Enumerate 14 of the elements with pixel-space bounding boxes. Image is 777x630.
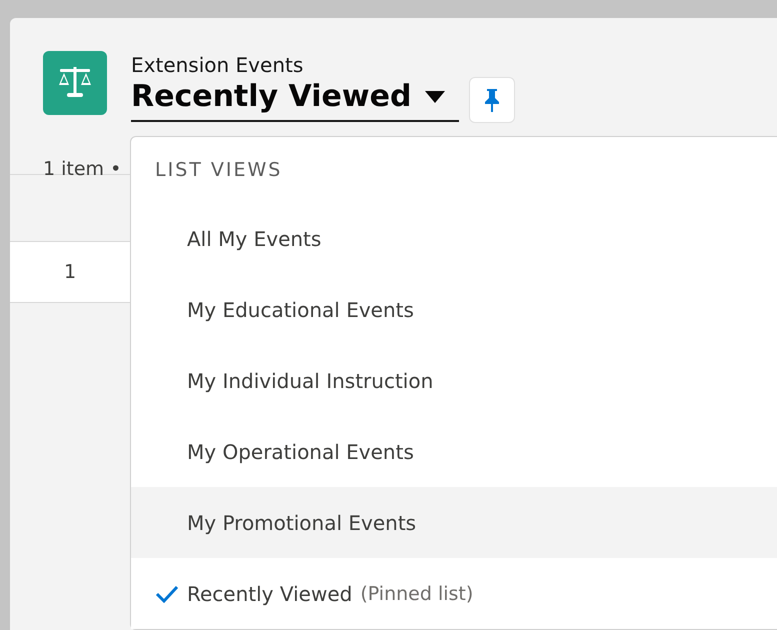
list-view-option[interactable]: All My Events [187, 222, 322, 254]
row-number: 1 [10, 242, 130, 303]
object-label: Extension Events [131, 53, 304, 77]
scales-icon [43, 51, 107, 115]
item-count: 1 item • [43, 158, 122, 180]
list-view-option[interactable]: My Promotional Events [187, 506, 416, 538]
pin-button[interactable] [469, 77, 516, 123]
list-view-selector[interactable]: Recently Viewed [131, 78, 460, 122]
pin-icon [484, 88, 500, 112]
list-view-option[interactable]: My Educational Events [187, 294, 414, 326]
list-view-option[interactable]: My Individual Instruction [187, 364, 434, 396]
list-view-option[interactable]: My Operational Events [187, 436, 414, 468]
list-view-option[interactable]: Recently Viewed (Pinned list) [187, 578, 474, 610]
dropdown-heading: LIST VIEWS [154, 158, 284, 183]
